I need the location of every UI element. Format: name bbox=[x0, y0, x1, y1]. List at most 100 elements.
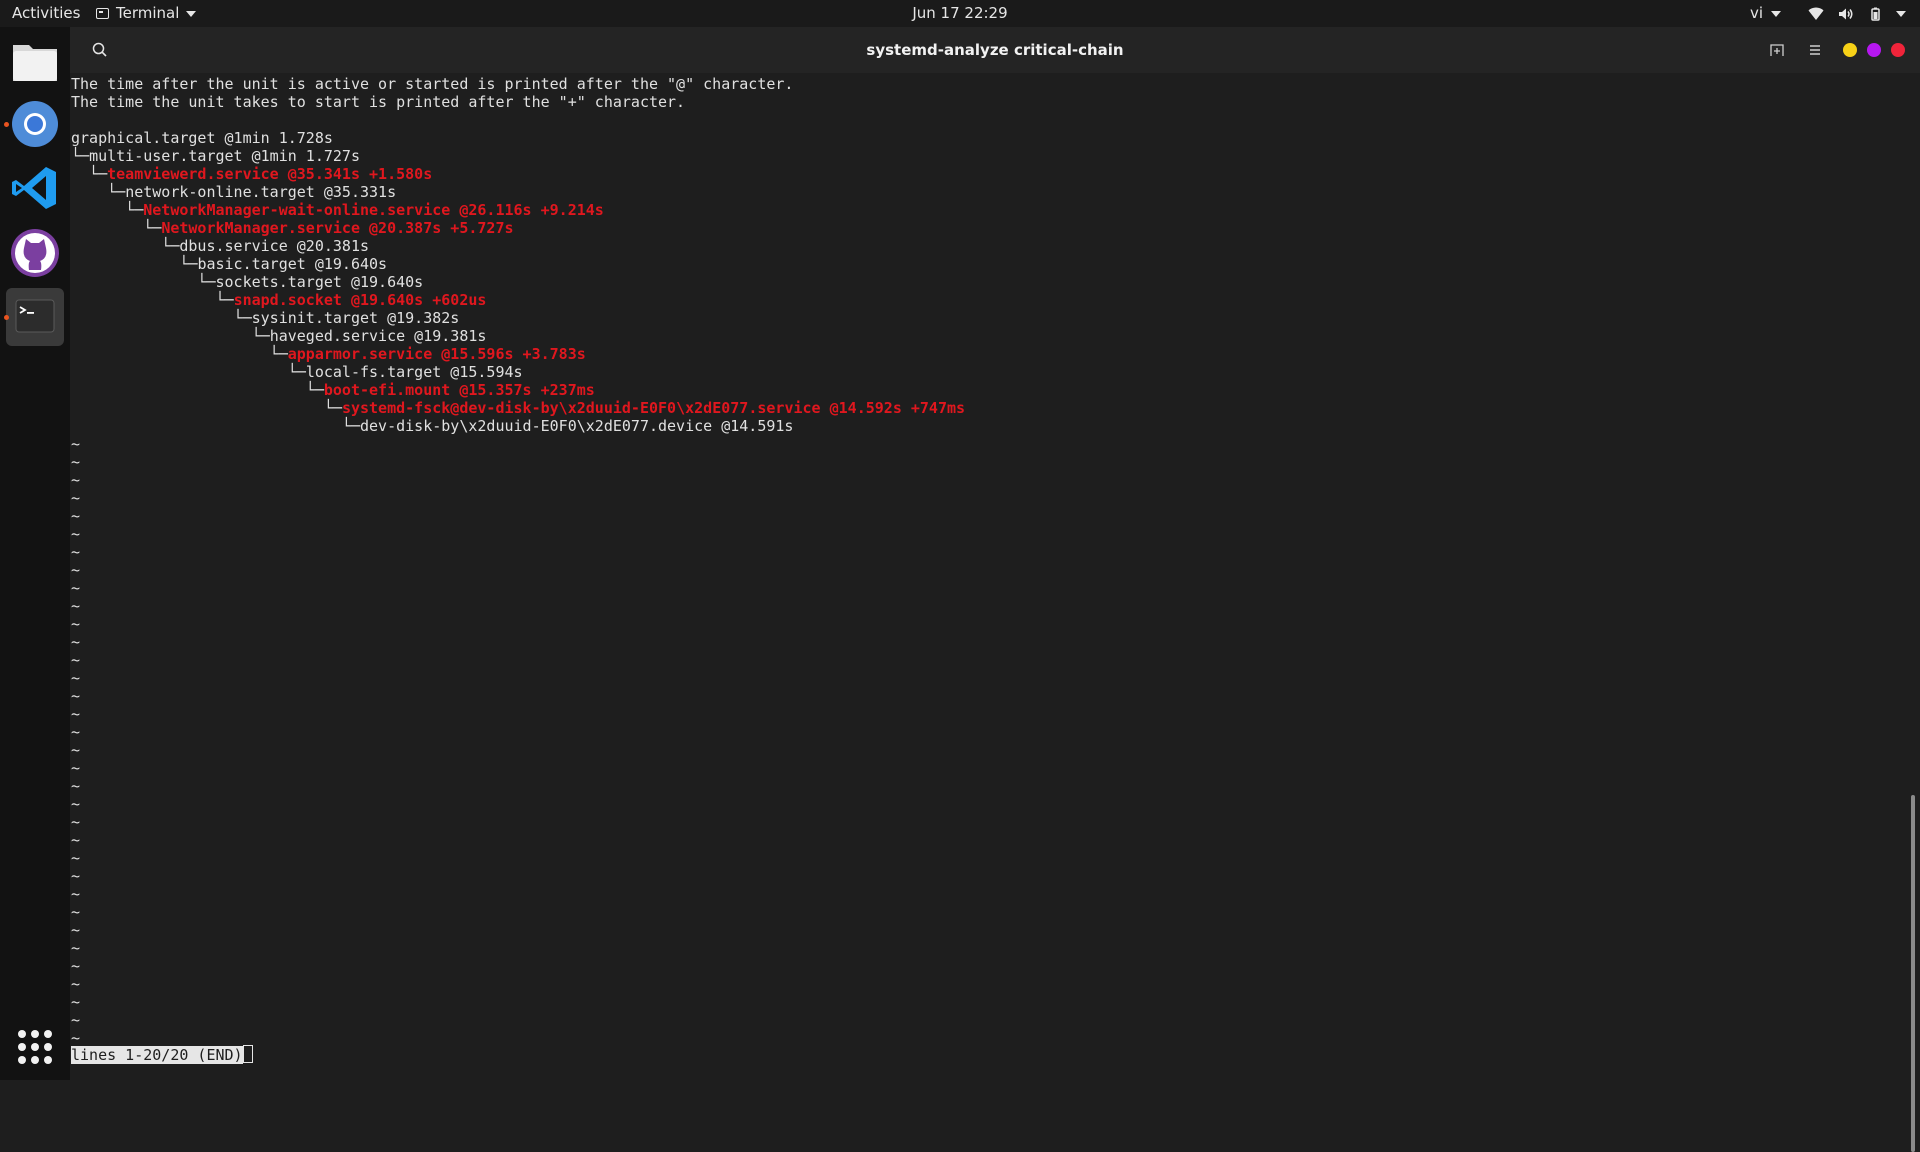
tree-connector: └─ bbox=[71, 309, 252, 327]
pager-filler-line: ~ bbox=[71, 777, 81, 795]
pager-filler-line: ~ bbox=[71, 579, 81, 597]
tree-connector: └─ bbox=[71, 183, 126, 201]
running-indicator bbox=[4, 122, 9, 127]
vscode-icon bbox=[12, 167, 56, 209]
dock-item-chromium[interactable] bbox=[4, 95, 64, 153]
critical-unit-text: snapd.socket @19.640s +602us bbox=[233, 291, 487, 309]
hamburger-menu-icon[interactable] bbox=[1805, 40, 1825, 60]
app-menu-button[interactable]: Terminal bbox=[96, 0, 197, 27]
pager-filler-line: ~ bbox=[71, 957, 81, 975]
unit-text: dbus.service @20.381s bbox=[179, 237, 370, 255]
terminal-line: └─systemd-fsck@dev-disk-by\x2duuid-E0F0\… bbox=[71, 399, 965, 417]
unit-text: sockets.target @19.640s bbox=[215, 273, 424, 291]
window-title: systemd-analyze critical-chain bbox=[866, 41, 1124, 59]
dock-item-github-desktop[interactable] bbox=[6, 224, 64, 282]
terminal-line: graphical.target @1min 1.728s bbox=[71, 129, 965, 147]
dock-item-terminal[interactable] bbox=[4, 288, 64, 346]
dock-item-files[interactable] bbox=[6, 32, 64, 90]
terminal-line: └─dbus.service @20.381s bbox=[71, 237, 965, 255]
terminal-line: └─NetworkManager.service @20.387s +5.727… bbox=[71, 219, 965, 237]
terminal-icon bbox=[96, 8, 109, 19]
pager-filler-line: ~ bbox=[71, 849, 81, 867]
pager-filler-line: ~ bbox=[71, 921, 81, 939]
terminal-line: └─sysinit.target @19.382s bbox=[71, 309, 965, 327]
pager-filler-line: ~ bbox=[71, 885, 81, 903]
critical-unit-text: systemd-fsck@dev-disk-by\x2duuid-E0F0\x2… bbox=[341, 399, 966, 417]
pager-filler-line: ~ bbox=[71, 507, 81, 525]
scrollbar[interactable] bbox=[1911, 795, 1915, 1152]
system-tray[interactable] bbox=[1808, 0, 1906, 27]
pager-filler-line: ~ bbox=[71, 543, 81, 561]
unit-text: multi-user.target @1min 1.727s bbox=[89, 147, 360, 165]
terminal-line: └─dev-disk-by\x2duuid-E0F0\x2dE077.devic… bbox=[71, 417, 965, 435]
pager-filler-line: ~ bbox=[71, 561, 81, 579]
terminal-line: └─teamviewerd.service @35.341s +1.580s bbox=[71, 165, 965, 183]
close-button[interactable] bbox=[1891, 43, 1905, 57]
minimize-button[interactable] bbox=[1843, 43, 1857, 57]
battery-icon bbox=[1871, 7, 1880, 21]
pager-filler-line: ~ bbox=[71, 453, 81, 471]
search-icon[interactable] bbox=[90, 40, 110, 60]
tree-connector: └─ bbox=[71, 417, 360, 435]
pager-filler-line: ~ bbox=[71, 1011, 81, 1029]
unit-text: local-fs.target @15.594s bbox=[305, 363, 523, 381]
pager-filler-line: ~ bbox=[71, 723, 81, 741]
pager-filler-line: ~ bbox=[71, 525, 81, 543]
terminal-line: └─multi-user.target @1min 1.727s bbox=[71, 147, 965, 165]
tree-connector: └─ bbox=[71, 219, 162, 237]
pager-filler-line: ~ bbox=[71, 831, 81, 849]
pager-filler-line: ~ bbox=[71, 705, 81, 723]
pager-filler-line: ~ bbox=[71, 471, 81, 489]
terminal-line: └─haveged.service @19.381s bbox=[71, 327, 965, 345]
terminal-text: The time after the unit is active or sta… bbox=[71, 75, 965, 1047]
terminal-icon bbox=[15, 299, 55, 333]
clock[interactable]: Jun 17 22:29 bbox=[912, 4, 1007, 22]
pager-filler-line: ~ bbox=[71, 741, 81, 759]
running-indicator bbox=[4, 315, 9, 320]
pager-filler-line: ~ bbox=[71, 795, 81, 813]
tree-connector: └─ bbox=[71, 237, 180, 255]
unit-text: graphical.target @1min 1.728s bbox=[71, 129, 333, 147]
terminal-line: └─boot-efi.mount @15.357s +237ms bbox=[71, 381, 965, 399]
dock bbox=[0, 27, 70, 1080]
github-icon bbox=[11, 229, 59, 277]
files-icon bbox=[13, 45, 57, 81]
tree-connector: └─ bbox=[71, 327, 270, 345]
pager-filler-line: ~ bbox=[71, 597, 81, 615]
pager-status-text: lines 1-20/20 (END) bbox=[71, 1046, 243, 1064]
input-language-label: vi bbox=[1750, 4, 1764, 22]
pager-filler-line: ~ bbox=[71, 633, 81, 651]
pager-filler-line: ~ bbox=[71, 867, 81, 885]
new-tab-icon[interactable] bbox=[1767, 40, 1787, 60]
terminal-line: └─sockets.target @19.640s bbox=[71, 273, 965, 291]
critical-unit-text: apparmor.service @15.596s +3.783s bbox=[287, 345, 586, 363]
unit-text: The time after the unit is active or sta… bbox=[71, 75, 794, 93]
critical-unit-text: teamviewerd.service @35.341s +1.580s bbox=[107, 165, 433, 183]
tree-connector: └─ bbox=[71, 165, 108, 183]
tree-connector: └─ bbox=[71, 291, 234, 309]
tree-connector: └─ bbox=[71, 381, 324, 399]
pager-filler-line: ~ bbox=[71, 435, 81, 453]
apps-grid-icon[interactable] bbox=[18, 1030, 52, 1064]
unit-text: network-online.target @35.331s bbox=[125, 183, 397, 201]
activities-button[interactable]: Activities bbox=[12, 0, 80, 27]
terminal-headerbar: systemd-analyze critical-chain bbox=[70, 27, 1920, 73]
top-bar: Activities Terminal Jun 17 22:29 vi bbox=[0, 0, 1920, 27]
unit-text: dev-disk-by\x2duuid-E0F0\x2dE077.device … bbox=[359, 417, 794, 435]
unit-text: haveged.service @19.381s bbox=[269, 327, 487, 345]
pager-filler-line: ~ bbox=[71, 651, 81, 669]
dock-item-vscode[interactable] bbox=[6, 159, 64, 217]
critical-unit-text: NetworkManager.service @20.387s +5.727s bbox=[161, 219, 514, 237]
pager-filler-line: ~ bbox=[71, 903, 81, 921]
volume-icon bbox=[1839, 8, 1853, 19]
maximize-button[interactable] bbox=[1867, 43, 1881, 57]
tree-connector: └─ bbox=[71, 201, 144, 219]
unit-text: basic.target @19.640s bbox=[197, 255, 388, 273]
input-language-menu[interactable]: vi bbox=[1750, 0, 1782, 27]
pager-filler-line: ~ bbox=[71, 615, 81, 633]
chevron-down-icon bbox=[186, 10, 197, 17]
chevron-down-icon bbox=[1896, 10, 1906, 17]
tree-connector: └─ bbox=[71, 273, 216, 291]
terminal-output[interactable]: The time after the unit is active or sta… bbox=[70, 73, 1920, 1152]
